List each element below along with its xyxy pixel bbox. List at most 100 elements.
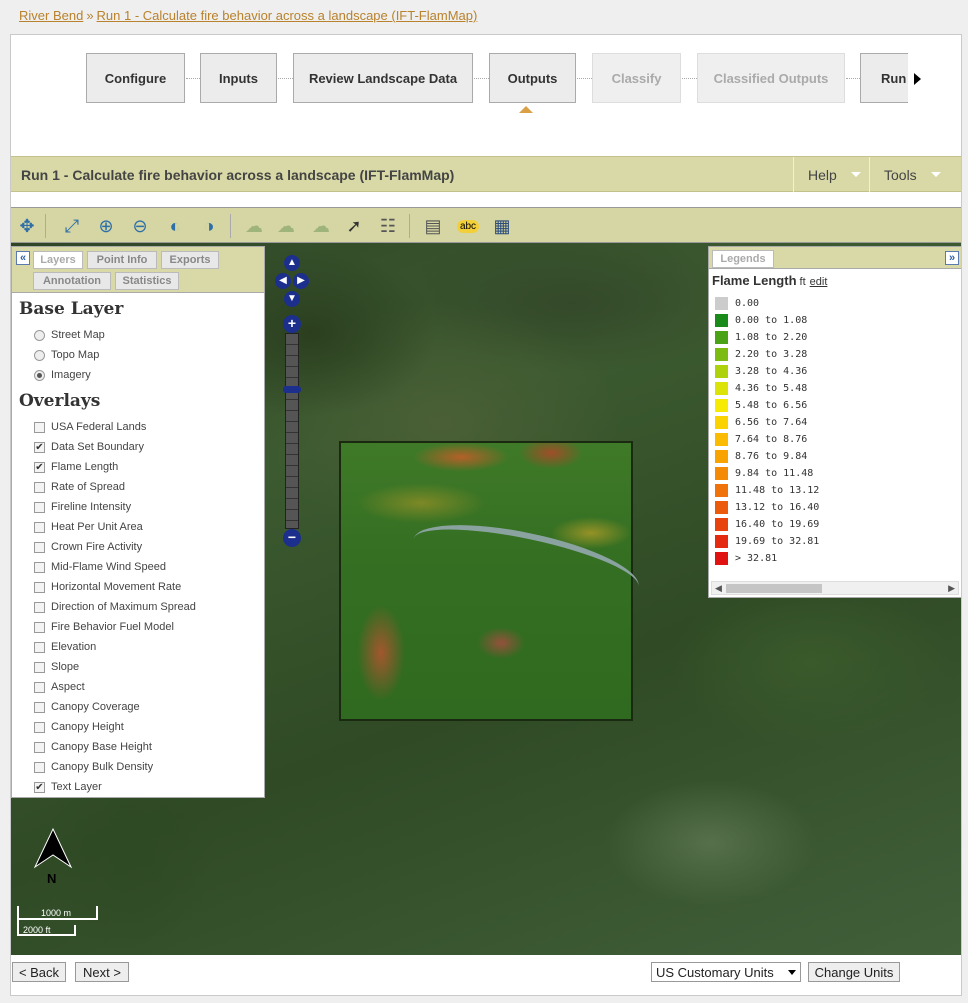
overlay-item[interactable]: Mid-Flame Wind Speed [34,557,264,577]
overlay-checkbox[interactable] [34,681,45,693]
overlay-checkbox[interactable] [34,761,45,773]
pan-up-icon[interactable]: ▲ [284,255,300,271]
base-layer-street-map[interactable]: Street Map [34,325,264,345]
legend-edit-link[interactable]: edit [810,276,828,288]
zoom-handle[interactable] [283,386,301,393]
step-review-landscape-data[interactable]: Review Landscape Data [293,53,473,103]
export-icon[interactable]: ▤ [420,213,446,239]
collapse-panel-icon[interactable]: « [16,251,30,265]
legend-entry: 4.36 to 5.48 [715,380,961,397]
pan-down-icon[interactable]: ▼ [284,291,300,307]
overlay-checkbox[interactable]: ✔ [34,461,45,473]
zoom-slider[interactable]: + − [283,315,301,547]
help-menu[interactable]: Help [793,157,869,192]
pan-control[interactable]: ▲ ◀ ▶ ▼ [275,255,309,307]
overlay-checkbox[interactable] [34,661,45,673]
overlay-item[interactable]: Canopy Coverage [34,697,264,717]
tab-point-info[interactable]: Point Info [87,251,157,269]
step-configure[interactable]: Configure [86,53,185,103]
overlay-checkbox[interactable] [34,481,45,493]
radio-button[interactable] [34,329,45,341]
overlay-label: Elevation [51,641,97,653]
scroll-left-icon[interactable]: ◀ [715,583,722,594]
overlay-item[interactable]: Slope [34,657,264,677]
radio-button[interactable] [34,369,45,381]
overlay-checkbox[interactable] [34,501,45,513]
breadcrumb-run-link[interactable]: Run 1 - Calculate fire behavior across a… [97,8,478,23]
overlay-checkbox[interactable] [34,521,45,533]
zoom-out-icon[interactable]: − [283,529,301,547]
scroll-right-icon[interactable]: ▶ [948,583,955,594]
scrollbar-thumb[interactable] [726,584,822,593]
step-run[interactable]: Run [860,53,908,103]
overlay-checkbox[interactable] [34,581,45,593]
tab-statistics[interactable]: Statistics [115,272,179,290]
overlay-checkbox[interactable]: ✔ [34,441,45,453]
overlay-checkbox[interactable] [34,421,45,433]
steps-scroll-right-icon[interactable] [914,73,921,85]
overlay-checkbox[interactable] [34,641,45,653]
overlay-label: Canopy Coverage [51,701,140,713]
pan-left-icon[interactable]: ◀ [275,273,291,289]
radio-button[interactable] [34,349,45,361]
units-select[interactable]: US Customary Units [651,962,801,982]
zoom-in-icon[interactable]: + [283,315,301,333]
breadcrumb-project-link[interactable]: River Bend [19,8,83,23]
attribute-table-icon[interactable]: ☷ [375,213,401,239]
draw-polygon-icon[interactable]: ☁ [241,213,267,239]
overlay-item[interactable]: Canopy Height [34,717,264,737]
overlay-item[interactable]: USA Federal Lands [34,417,264,437]
overlay-item[interactable]: Aspect [34,677,264,697]
map-canvas[interactable]: « Layers Point Info Exports Annotation S… [11,243,961,955]
step-inputs[interactable]: Inputs [200,53,277,103]
overlay-checkbox[interactable] [34,541,45,553]
overlay-item[interactable]: Canopy Base Height [34,737,264,757]
overlay-item[interactable]: ✔ Text Layer [34,777,264,797]
pan-right-icon[interactable]: ▶ [293,273,309,289]
edit-polygon-icon[interactable]: ☁ [273,213,299,239]
label-icon[interactable]: abc [455,213,481,239]
zoom-next-icon[interactable]: ◑ [196,213,222,239]
base-layer-imagery[interactable]: Imagery [34,365,264,385]
overlay-checkbox[interactable]: ✔ [34,781,45,793]
collapse-legend-icon[interactable]: » [945,251,959,265]
overlay-checkbox[interactable] [34,721,45,733]
layer-info-icon[interactable]: ▦ [489,213,515,239]
overlay-item[interactable]: Crown Fire Activity [34,537,264,557]
zoom-extent-icon[interactable]: ⤢ [59,213,85,239]
tab-layers[interactable]: Layers [33,251,83,269]
base-layer-topo-map[interactable]: Topo Map [34,345,264,365]
pan-icon[interactable]: ✥ [14,213,40,239]
overlay-checkbox[interactable] [34,601,45,613]
polygon-table-icon[interactable]: ☁ [308,213,334,239]
overlay-item[interactable]: Canopy Bulk Density [34,757,264,777]
overlay-item[interactable]: Heat Per Unit Area [34,517,264,537]
overlay-item[interactable]: Fireline Intensity [34,497,264,517]
zoom-track[interactable] [283,333,301,529]
overlay-item[interactable]: ✔ Data Set Boundary [34,437,264,457]
overlay-checkbox[interactable] [34,621,45,633]
back-button[interactable]: < Back [12,962,66,982]
overlay-item[interactable]: Horizontal Movement Rate [34,577,264,597]
legend-scrollbar[interactable]: ◀ ▶ [711,581,959,595]
change-units-button[interactable]: Change Units [808,962,900,982]
overlay-item[interactable]: Elevation [34,637,264,657]
overlay-item[interactable]: Rate of Spread [34,477,264,497]
tab-annotation[interactable]: Annotation [33,272,111,290]
tools-menu[interactable]: Tools [869,157,961,192]
chevron-down-icon [930,172,941,177]
identify-icon[interactable]: ➚ [341,213,367,239]
tab-legends[interactable]: Legends [712,250,774,268]
zoom-in-icon[interactable]: ⊕ [93,213,119,239]
overlay-checkbox[interactable] [34,701,45,713]
overlay-item[interactable]: Fire Behavior Fuel Model [34,617,264,637]
step-outputs[interactable]: Outputs [489,53,576,103]
overlay-checkbox[interactable] [34,561,45,573]
zoom-out-icon[interactable]: ⊖ [127,213,153,239]
tab-exports[interactable]: Exports [161,251,219,269]
overlay-item[interactable]: Direction of Maximum Spread [34,597,264,617]
overlay-item[interactable]: ✔ Flame Length [34,457,264,477]
next-button[interactable]: Next > [75,962,129,982]
overlay-checkbox[interactable] [34,741,45,753]
zoom-previous-icon[interactable]: ◐ [162,213,188,239]
